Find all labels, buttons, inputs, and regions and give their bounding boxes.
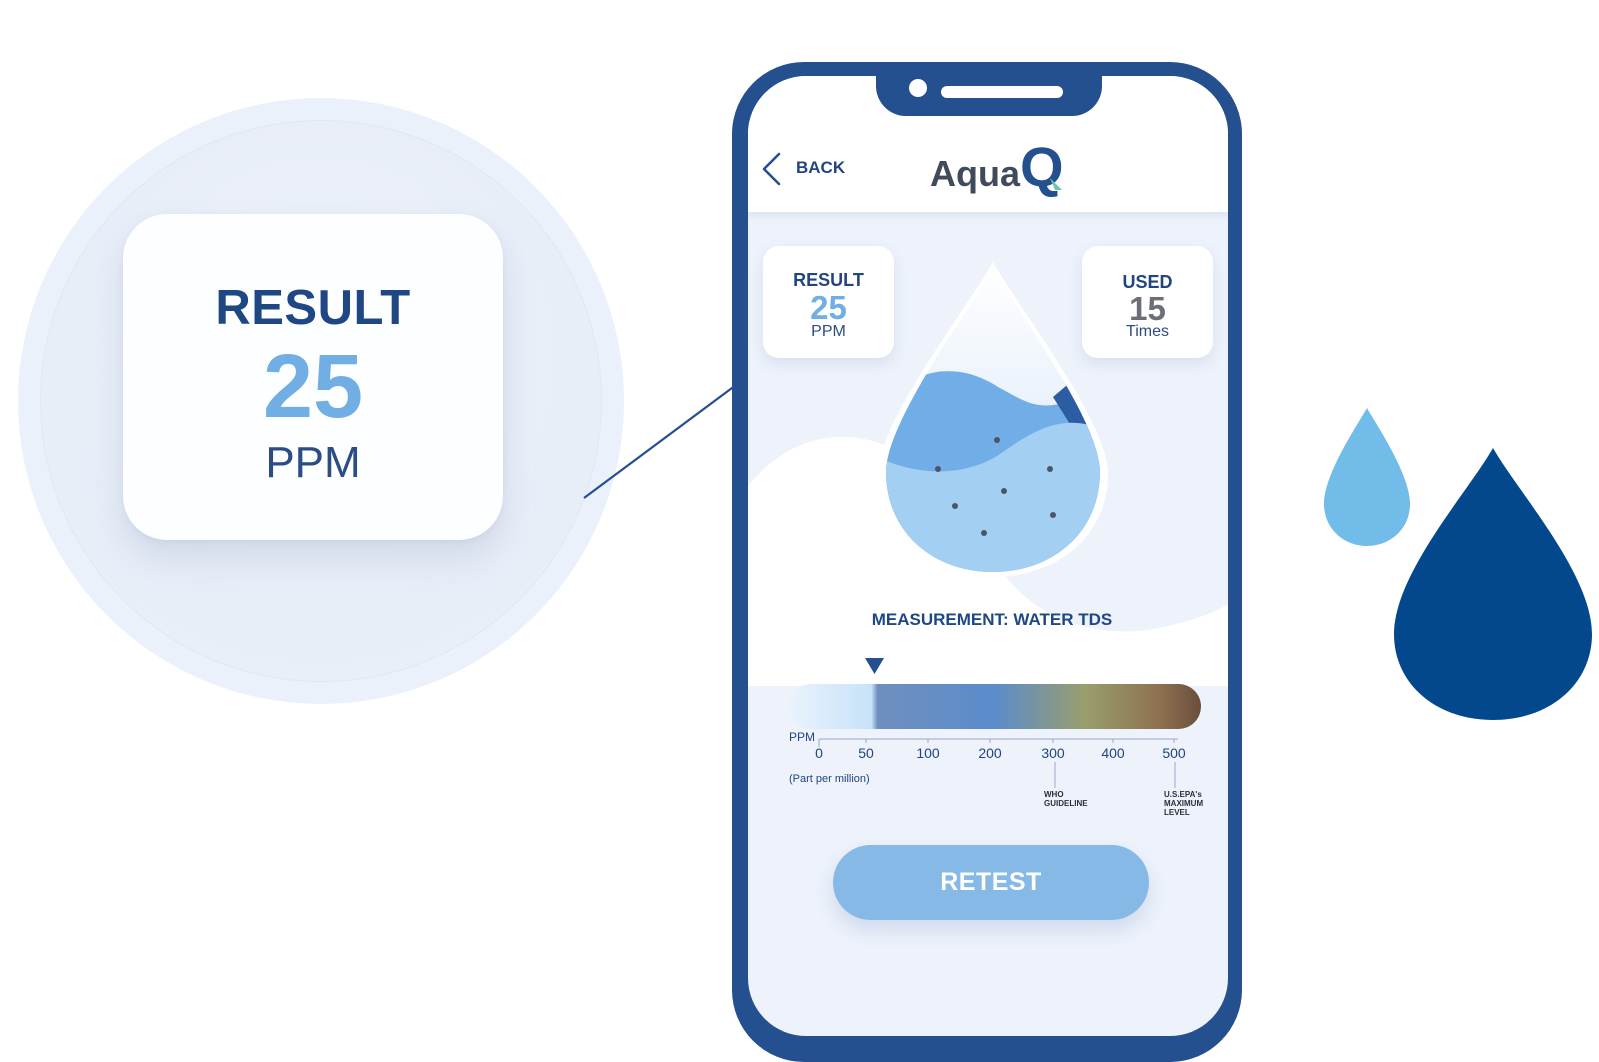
who-guideline-line1: WHO: [1044, 790, 1064, 799]
epa-level-line1: U.S.EPA's: [1164, 790, 1202, 799]
large-drop-icon: [1394, 448, 1592, 720]
zoomed-result-card: RESULT 25 PPM: [123, 214, 503, 540]
tds-tick-label: 300: [1041, 745, 1065, 761]
ppm-axis-label: PPM: [789, 730, 815, 744]
back-label: BACK: [796, 158, 846, 177]
result-value: 25: [810, 289, 847, 326]
who-guideline-line2: GUIDELINE: [1044, 799, 1088, 808]
tds-tick-label: 100: [916, 745, 940, 761]
measurement-title: MEASUREMENT: WATER TDS: [871, 610, 1113, 629]
tds-tick-label: 200: [978, 745, 1002, 761]
result-card: RESULT 25 PPM: [763, 246, 894, 358]
tds-ticks: 0 50 100 200 300 400 500: [815, 739, 1186, 761]
zoomed-result-value: 25: [262, 337, 364, 437]
logo-text: Aqua: [930, 153, 1021, 194]
speaker-slot: [941, 86, 1063, 98]
tds-tick-label: 400: [1101, 745, 1125, 761]
ppm-unit-note: (Part per million): [789, 773, 870, 785]
result-title: RESULT: [793, 270, 864, 290]
result-unit: PPM: [811, 323, 846, 340]
tds-scale: PPM 0 50 100 200 300 400 500 (Part per million…: [789, 658, 1203, 817]
epa-level-line3: LEVEL: [1164, 808, 1190, 817]
epa-level-line2: MAXIMUM: [1164, 799, 1203, 808]
tds-indicator: [865, 658, 884, 674]
small-drop-icon: [1324, 408, 1410, 546]
phone-screen: BACK Aqua Q RESULT 25 PPM USED 15 Times: [748, 76, 1228, 1036]
water-drop-illustration: [878, 262, 1108, 577]
chevron-left-icon: [762, 152, 781, 186]
aquaq-logo: Aqua Q: [930, 135, 1064, 198]
tds-tick-label: 50: [858, 745, 874, 761]
tds-tick-label: 500: [1162, 745, 1186, 761]
tds-gradient-bar: [789, 684, 1201, 729]
retest-button[interactable]: RETEST: [833, 845, 1149, 920]
decorative-drops: [1324, 408, 1592, 720]
back-button[interactable]: BACK: [758, 148, 868, 188]
zoomed-result-title: RESULT: [215, 281, 411, 335]
camera-dot: [909, 79, 927, 97]
tds-tick-label: 0: [815, 745, 823, 761]
zoomed-result-unit: PPM: [265, 438, 361, 487]
